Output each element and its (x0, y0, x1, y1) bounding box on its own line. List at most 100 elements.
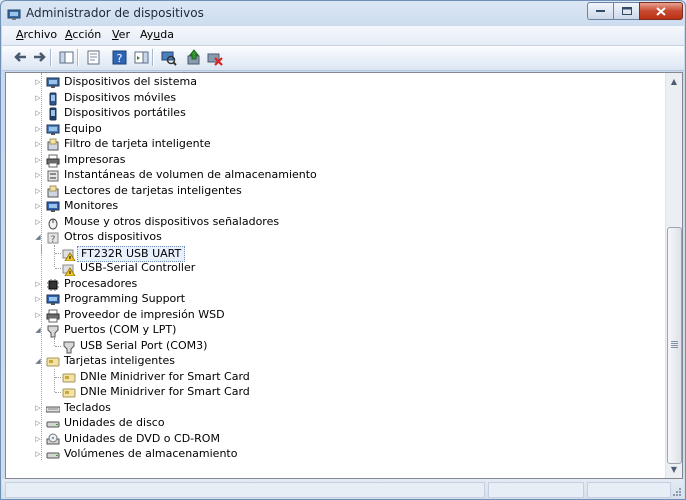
tree-device[interactable]: DNIe Minidriver for Smart Card (6, 370, 656, 385)
portable-devices-icon (49, 107, 57, 121)
tree-category[interactable]: ▷ Unidades de disco (6, 416, 656, 431)
tree-category[interactable]: ▷ Dispositivos móviles (6, 91, 656, 106)
minimize-button[interactable] (587, 2, 613, 20)
tree-item-icon (62, 261, 76, 277)
expand-arrow-icon[interactable]: ▷ (34, 140, 42, 148)
tree-device[interactable]: USB-Serial Controller (6, 261, 656, 277)
tree-item-label: Teclados (64, 401, 111, 414)
grip-line (671, 347, 678, 348)
tree-item-label: Dispositivos del sistema (64, 75, 197, 88)
expand-arrow-icon[interactable]: ▷ (34, 450, 42, 458)
expand-arrow-icon[interactable]: ▷ (34, 404, 42, 412)
menu-text-part: Ay (140, 28, 154, 41)
tree-category[interactable]: ▷ Filtro de tarjeta inteligente (6, 137, 656, 152)
expand-arrow-icon[interactable]: ▷ (34, 295, 42, 303)
tree-item-icon (46, 215, 60, 230)
menu-item-acción[interactable]: Acción (65, 28, 101, 41)
toolbar-separator (77, 49, 79, 66)
tree-category[interactable]: ▷ Volúmenes de almacenamiento (6, 447, 656, 462)
tree-category[interactable]: ◢ Puertos (COM y LPT) (6, 323, 656, 338)
smart-card-icon (46, 357, 60, 367)
tree-device[interactable]: USB Serial Port (COM3) (6, 339, 656, 354)
menu-bar: Archivo Acción Ver Ayuda (2, 26, 684, 46)
help-button[interactable]: ? (110, 48, 128, 66)
update-driver-button[interactable] (184, 48, 202, 66)
dvd-drive-icon (46, 433, 60, 445)
forward-button[interactable] (30, 48, 48, 66)
device-manager-icon (7, 6, 21, 20)
grip-line (671, 343, 678, 344)
tree-category[interactable]: ▷ Proveedor de impresión WSD (6, 308, 656, 323)
unknown-device-warning-icon (62, 264, 76, 277)
tree-category[interactable]: ▷ Teclados (6, 401, 656, 416)
expand-arrow-icon[interactable]: ▷ (34, 419, 42, 427)
tree-category[interactable]: ▷ Programming Support (6, 292, 656, 307)
expand-arrow-icon[interactable]: ▷ (34, 125, 42, 133)
close-button[interactable] (639, 2, 683, 20)
expand-arrow-icon[interactable]: ▷ (34, 187, 42, 195)
collapse-arrow-icon[interactable]: ◢ (34, 233, 42, 241)
collapse-arrow-icon[interactable]: ◢ (34, 326, 42, 334)
vertical-scrollbar[interactable]: ▲ ▼ (665, 73, 682, 478)
scan-hardware-icon (161, 51, 177, 66)
tree-category[interactable]: ▷ Lectores de tarjetas inteligentes (6, 184, 656, 199)
uninstall-device-button[interactable] (205, 48, 223, 66)
device-tree[interactable]: ▲ ▼ ▷ Dispositivos del sistema ▷ Dispositiv… (5, 72, 683, 479)
menu-item-archivo[interactable]: Archivo (16, 28, 57, 41)
tree-item-label: Tarjetas inteligentes (64, 354, 176, 367)
status-cell-3 (587, 482, 671, 498)
resize-grip-icon[interactable] (672, 487, 682, 497)
show-hide-tree-button[interactable] (57, 48, 75, 66)
status-bar (2, 479, 684, 499)
expand-arrow-icon[interactable]: ▷ (34, 109, 42, 117)
grip-line (671, 341, 678, 342)
tree-category[interactable]: ▷ Monitores (6, 199, 656, 214)
tree-category[interactable]: ▷ Equipo (6, 122, 656, 137)
tree-item-icon (46, 432, 60, 446)
tree-item-icon (62, 246, 76, 262)
properties-button[interactable] (84, 48, 102, 66)
tree-category[interactable]: ▷ Dispositivos del sistema (6, 75, 656, 90)
expand-arrow-icon[interactable]: ▷ (34, 280, 42, 288)
uninstall-device-icon (207, 53, 223, 66)
tree-item-label: Procesadores (64, 277, 138, 290)
tree-category[interactable]: ▷ Procesadores (6, 277, 656, 292)
tree-guide-line (55, 253, 61, 254)
scroll-up-arrow-icon[interactable]: ▲ (667, 74, 681, 89)
tree-category[interactable]: ▷ Unidades de DVD o CD-ROM (6, 432, 656, 447)
back-button[interactable] (10, 48, 28, 66)
scroll-down-arrow-icon[interactable]: ▼ (667, 462, 681, 477)
scrollbar-thumb[interactable] (667, 227, 682, 464)
expand-arrow-icon[interactable]: ▷ (34, 202, 42, 210)
tree-device[interactable]: FT232R USB UART (6, 246, 656, 262)
expand-arrow-icon[interactable]: ▷ (34, 311, 42, 319)
expand-arrow-icon[interactable]: ▷ (34, 94, 42, 102)
expand-arrow-icon[interactable]: ▷ (34, 156, 42, 164)
tree-item-label: Otros dispositivos (64, 230, 162, 243)
tree-category[interactable]: ▷ Mouse y otros dispositivos señaladores (6, 215, 656, 230)
tree-item-icon (46, 168, 60, 182)
tree-category[interactable]: ◢ Tarjetas inteligentes (6, 354, 656, 369)
expand-arrow-icon[interactable]: ▷ (34, 171, 42, 179)
collapse-arrow-icon[interactable]: ◢ (34, 357, 42, 365)
tree-category[interactable]: ▷ Instantáneas de volumen de almacenamien… (6, 168, 656, 183)
expand-arrow-icon[interactable]: ▷ (34, 218, 42, 226)
tree-item-label: Instantáneas de volumen de almacenamient… (64, 168, 317, 181)
expand-arrow-icon[interactable]: ▷ (34, 435, 42, 443)
tree-item-icon (46, 184, 60, 198)
keyboard-icon (45, 406, 61, 413)
maximize-button[interactable] (613, 2, 639, 20)
tree-category[interactable]: ▷ Dispositivos portátiles (6, 106, 656, 121)
menu-item-ver[interactable]: Ver (112, 28, 130, 41)
tree-category[interactable]: ▷ Impresoras (6, 153, 656, 168)
expand-arrow-icon[interactable]: ▷ (34, 78, 42, 86)
tree-item-icon (46, 106, 60, 121)
processor-icon (47, 279, 59, 291)
show-hide-action-pane-button[interactable] (132, 48, 150, 66)
menu-item-ayuda[interactable]: Ayuda (140, 28, 174, 41)
title-bar[interactable]: Administrador de dispositivos (1, 1, 685, 25)
tree-category[interactable]: ◢? Otros dispositivos (6, 230, 656, 245)
scan-hardware-button[interactable] (159, 48, 177, 66)
tree-item-label: Equipo (64, 122, 102, 135)
tree-device[interactable]: DNIe Minidriver for Smart Card (6, 385, 656, 400)
